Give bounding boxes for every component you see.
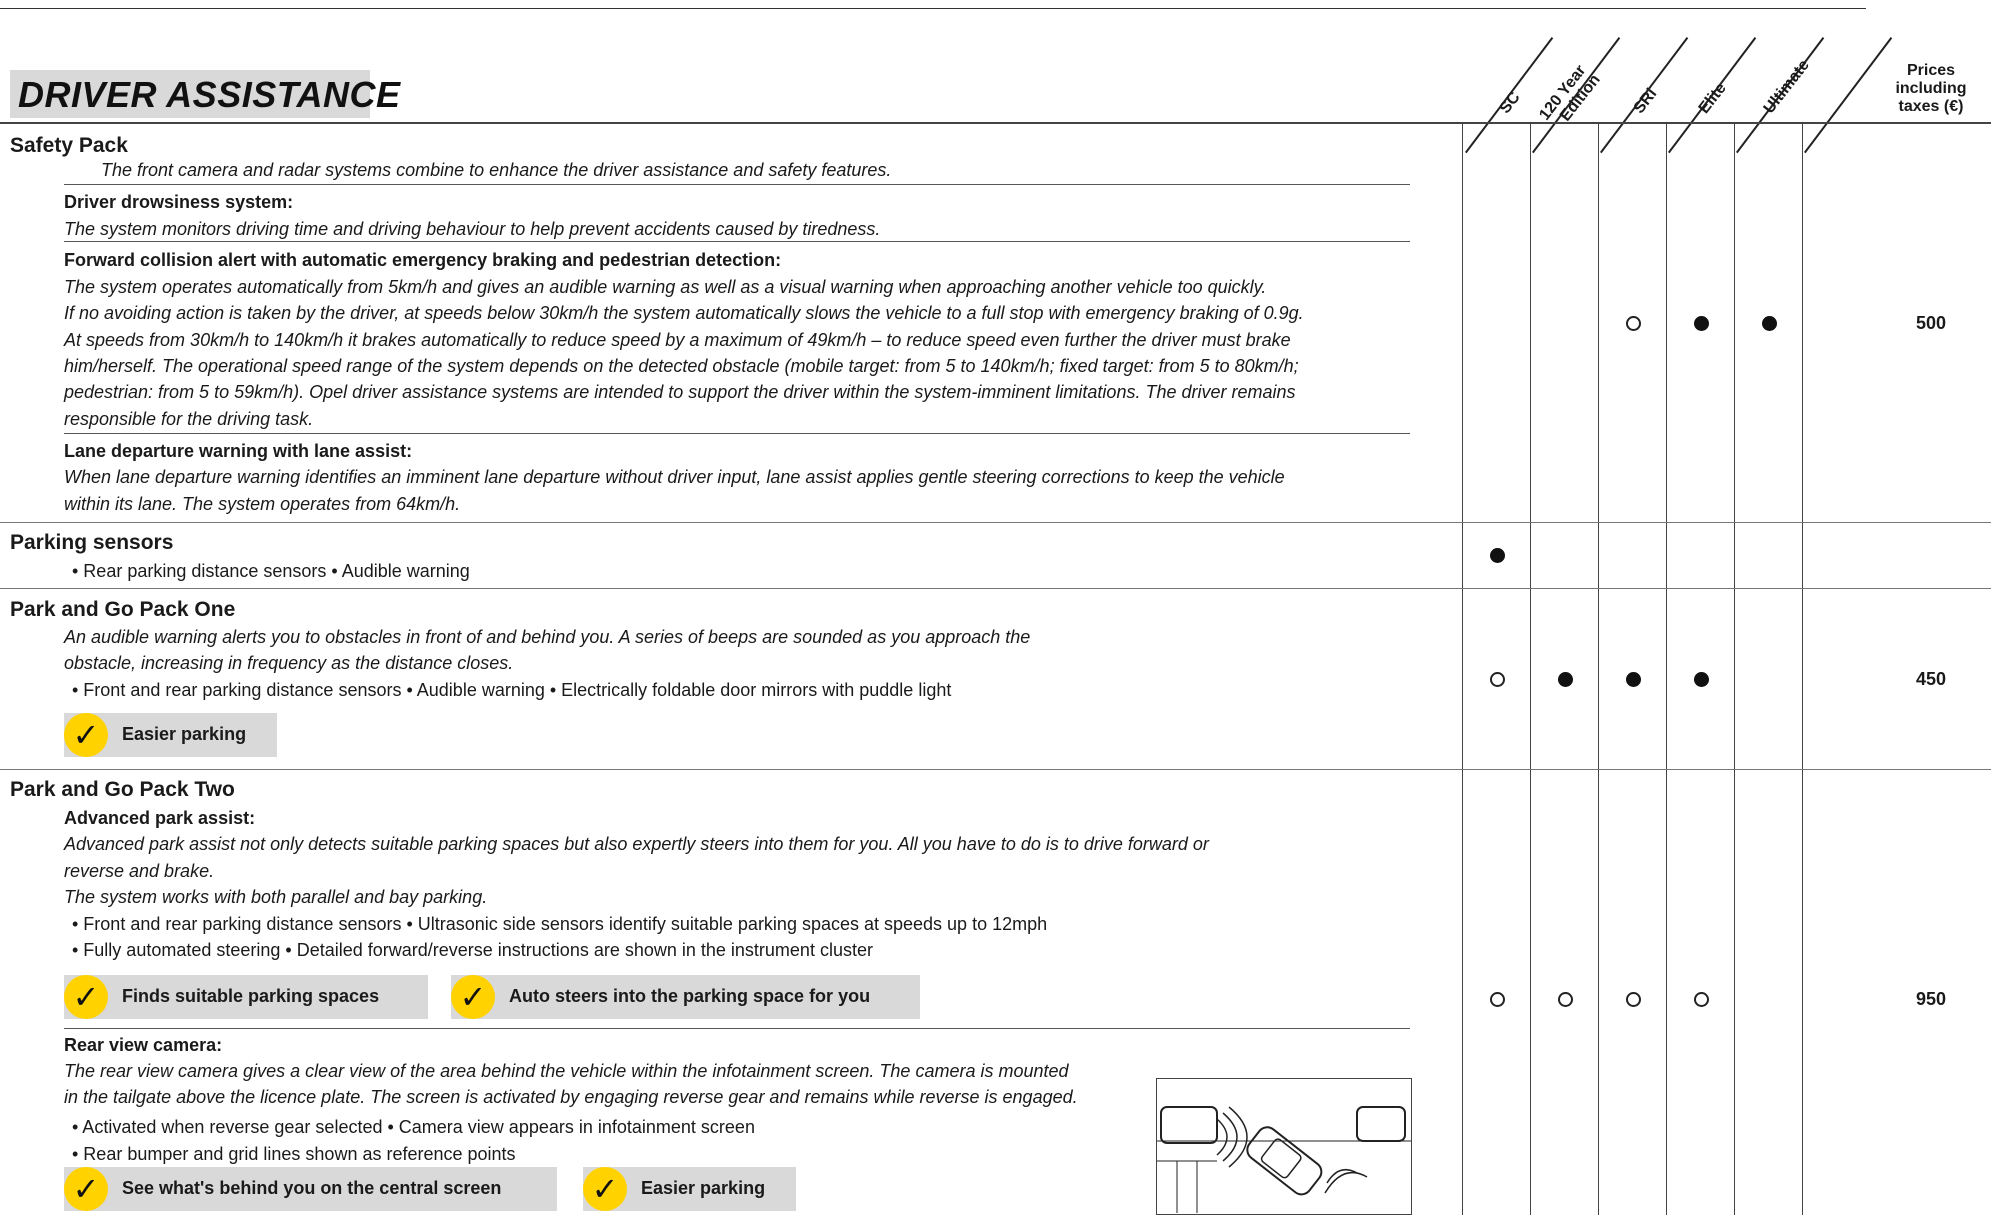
camera-line: in the tailgate above the licence plate.…	[64, 1087, 1078, 1107]
benefit-badge: ✓ Finds suitable parking spaces	[64, 975, 428, 1019]
rear-camera-illustration	[1156, 1078, 1412, 1215]
optional-indicator	[1558, 992, 1573, 1007]
check-icon: ✓	[64, 975, 108, 1019]
apa-line: Advanced park assist not only detects su…	[64, 834, 1209, 854]
park-go-one-desc: obstacle, increasing in frequency as the…	[64, 653, 514, 673]
benefit-badge: ✓ Easier parking	[64, 713, 277, 757]
section-title-park-go-two: Park and Go Pack Two	[10, 778, 235, 801]
check-icon: ✓	[451, 975, 495, 1019]
drowsiness-title: Driver drowsiness system:	[64, 192, 294, 212]
standard-indicator	[1762, 316, 1777, 331]
column-divider	[1462, 124, 1463, 1215]
price-header-line2: including	[1895, 80, 1967, 97]
apa-line: reverse and brake.	[64, 861, 215, 881]
row-divider	[64, 1028, 1410, 1029]
price-header-line3: taxes (€)	[1898, 98, 1964, 115]
camera-bullets: • Rear bumper and grid lines shown as re…	[72, 1144, 516, 1164]
column-divider	[1734, 124, 1735, 1215]
section-title-park-go-one: Park and Go Pack One	[10, 598, 236, 621]
column-divider	[1598, 124, 1599, 1215]
check-icon: ✓	[64, 1167, 108, 1211]
apa-line: The system works with both parallel and …	[64, 887, 488, 907]
section-divider	[0, 769, 1991, 770]
standard-indicator	[1694, 316, 1709, 331]
benefit-label: Easier parking	[641, 1178, 766, 1198]
benefit-label: Finds suitable parking spaces	[122, 986, 380, 1006]
parking-sensors-bullets: • Rear parking distance sensors • Audibl…	[72, 561, 470, 581]
row-divider	[64, 433, 1410, 434]
check-icon: ✓	[64, 713, 108, 757]
column-header-sri: SRi	[1630, 85, 1661, 117]
benefit-badge: ✓ See what's behind you on the central s…	[64, 1167, 557, 1211]
column-divider	[1530, 124, 1531, 1215]
column-header-sc: SC	[1496, 89, 1524, 117]
fca-line: At speeds from 30km/h to 140km/h it brak…	[64, 330, 1291, 350]
standard-indicator	[1558, 672, 1573, 687]
page-title: DRIVER ASSISTANCE	[18, 74, 401, 115]
section-title-safety-pack: Safety Pack	[10, 134, 128, 157]
header-rule	[0, 122, 1991, 124]
camera-line: The rear view camera gives a clear view …	[64, 1061, 1069, 1081]
apa-bullets: • Fully automated steering • Detailed fo…	[72, 940, 873, 960]
check-icon: ✓	[583, 1167, 627, 1211]
price-column-header: Prices including taxes (€)	[1866, 62, 1991, 116]
optional-indicator	[1490, 992, 1505, 1007]
camera-title: Rear view camera:	[64, 1035, 223, 1055]
price-safety-pack: 500	[1915, 313, 1947, 333]
section-title-parking-sensors: Parking sensors	[10, 531, 174, 554]
apa-title: Advanced park assist:	[64, 808, 256, 828]
row-divider	[64, 184, 1410, 185]
lane-title: Lane departure warning with lane assist:	[64, 441, 413, 461]
park-go-one-desc: An audible warning alerts you to obstacl…	[64, 627, 1031, 647]
standard-indicator	[1694, 672, 1709, 687]
fca-line: pedestrian: from 5 to 59km/h). Opel driv…	[64, 382, 1296, 402]
drowsiness-desc: The system monitors driving time and dri…	[64, 219, 881, 239]
fca-line: responsible for the driving task.	[64, 409, 314, 429]
section-divider	[0, 522, 1991, 523]
row-divider	[64, 241, 1410, 242]
benefit-label: Easier parking	[122, 724, 247, 744]
benefit-label: Auto steers into the parking space for y…	[509, 986, 871, 1006]
standard-indicator	[1490, 548, 1505, 563]
top-rule	[0, 8, 1866, 9]
benefit-label: See what's behind you on the central scr…	[122, 1178, 502, 1198]
price-park-go-one: 450	[1915, 669, 1947, 689]
price-header-line1: Prices	[1906, 62, 1956, 79]
section-divider	[0, 588, 1991, 589]
fca-line: The system operates automatically from 5…	[64, 277, 1267, 297]
optional-indicator	[1694, 992, 1709, 1007]
column-divider	[1666, 124, 1667, 1215]
fca-title: Forward collision alert with automatic e…	[64, 250, 782, 270]
park-go-one-bullets: • Front and rear parking distance sensor…	[72, 680, 952, 700]
apa-bullets: • Front and rear parking distance sensor…	[72, 914, 1048, 934]
column-header-ultimate: Ultimate	[1760, 56, 1813, 117]
benefit-badge: ✓ Easier parking	[583, 1167, 796, 1211]
lane-line: When lane departure warning identifies a…	[64, 467, 1285, 487]
benefit-badge: ✓ Auto steers into the parking space for…	[451, 975, 920, 1019]
optional-indicator	[1490, 672, 1505, 687]
parking-diagram-icon	[1157, 1106, 1411, 1213]
column-divider	[1802, 124, 1803, 1215]
fca-line: him/herself. The operational speed range…	[64, 356, 1299, 376]
safety-pack-intro: The front camera and radar systems combi…	[101, 160, 892, 180]
optional-indicator	[1626, 316, 1641, 331]
optional-indicator	[1626, 992, 1641, 1007]
fca-line: If no avoiding action is taken by the dr…	[64, 303, 1304, 323]
lane-line: within its lane. The system operates fro…	[64, 494, 461, 514]
standard-indicator	[1626, 672, 1641, 687]
camera-bullets: • Activated when reverse gear selected •…	[72, 1117, 755, 1137]
price-park-go-two: 950	[1915, 989, 1947, 1009]
